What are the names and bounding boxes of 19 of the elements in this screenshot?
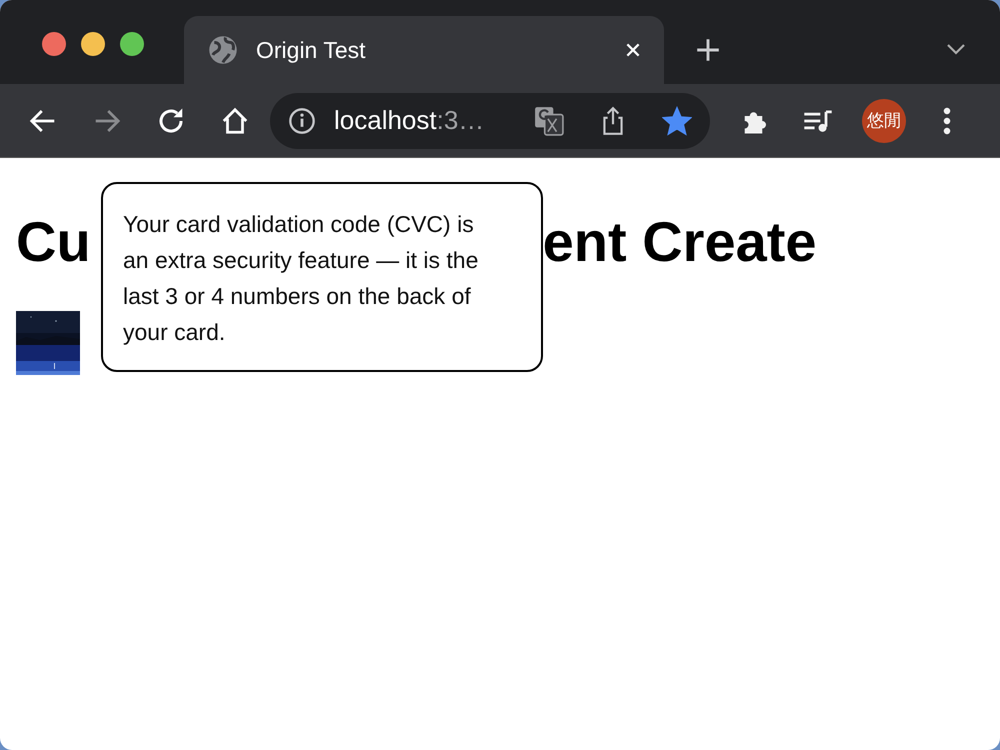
- new-tab-icon[interactable]: [696, 38, 720, 62]
- page-heading: ent Create: [542, 211, 817, 273]
- close-window-button[interactable]: [42, 32, 66, 56]
- browser-tab[interactable]: Origin Test: [184, 16, 664, 84]
- menu-icon[interactable]: [942, 106, 952, 136]
- star-icon[interactable]: [662, 106, 692, 136]
- close-tab-icon[interactable]: [624, 41, 642, 59]
- minimize-window-button[interactable]: [81, 32, 105, 56]
- globe-icon: [208, 35, 238, 65]
- url-text: localhost:3…: [334, 105, 484, 136]
- zoom-window-button[interactable]: [120, 32, 144, 56]
- chevron-down-icon[interactable]: [946, 43, 966, 55]
- tooltip: Your card validation code (CVC) is an extra security feature — it is the last 3 or 4 numbers on the back of your card.: [101, 182, 543, 372]
- translate-icon[interactable]: [534, 106, 564, 136]
- address-bar[interactable]: localhost:3…: [270, 92, 710, 148]
- info-icon[interactable]: [288, 106, 316, 134]
- home-icon[interactable]: [220, 106, 250, 136]
- profile-avatar[interactable]: 悠閒: [862, 98, 906, 142]
- page-heading: Cu: [16, 211, 91, 273]
